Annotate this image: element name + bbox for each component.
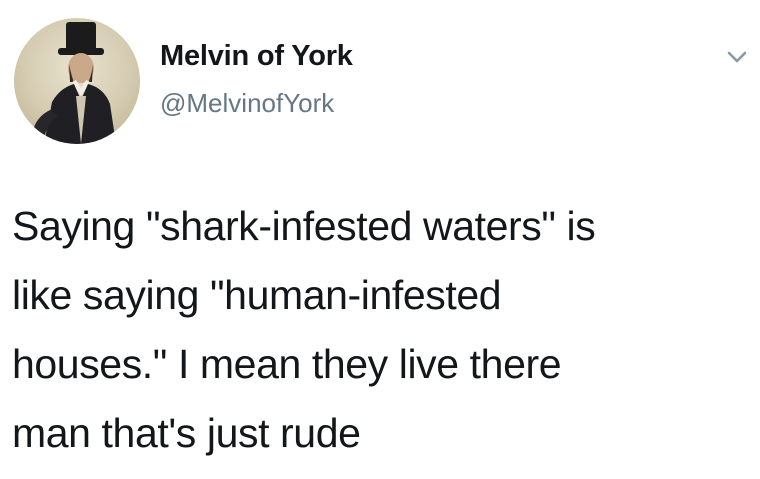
tweet-text-line: Saying "shark-infested waters" is [12, 203, 596, 249]
tweet-text: Saying "shark-infested waters" is like s… [12, 192, 752, 468]
portrait-avatar-icon [32, 22, 116, 144]
tweet-text-line: houses." I mean they live there [12, 341, 562, 387]
tweet-card: Melvin of York @MelvinofYork Saying "sha… [0, 0, 760, 479]
tweet-text-line: like saying "human-infested [12, 272, 502, 318]
tweet-text-line: man that's just rude [12, 410, 361, 456]
profile-avatar[interactable] [14, 18, 140, 144]
chevron-down-icon[interactable] [724, 46, 750, 68]
author-display-name[interactable]: Melvin of York [160, 40, 353, 73]
author-handle[interactable]: @MelvinofYork [160, 88, 334, 119]
